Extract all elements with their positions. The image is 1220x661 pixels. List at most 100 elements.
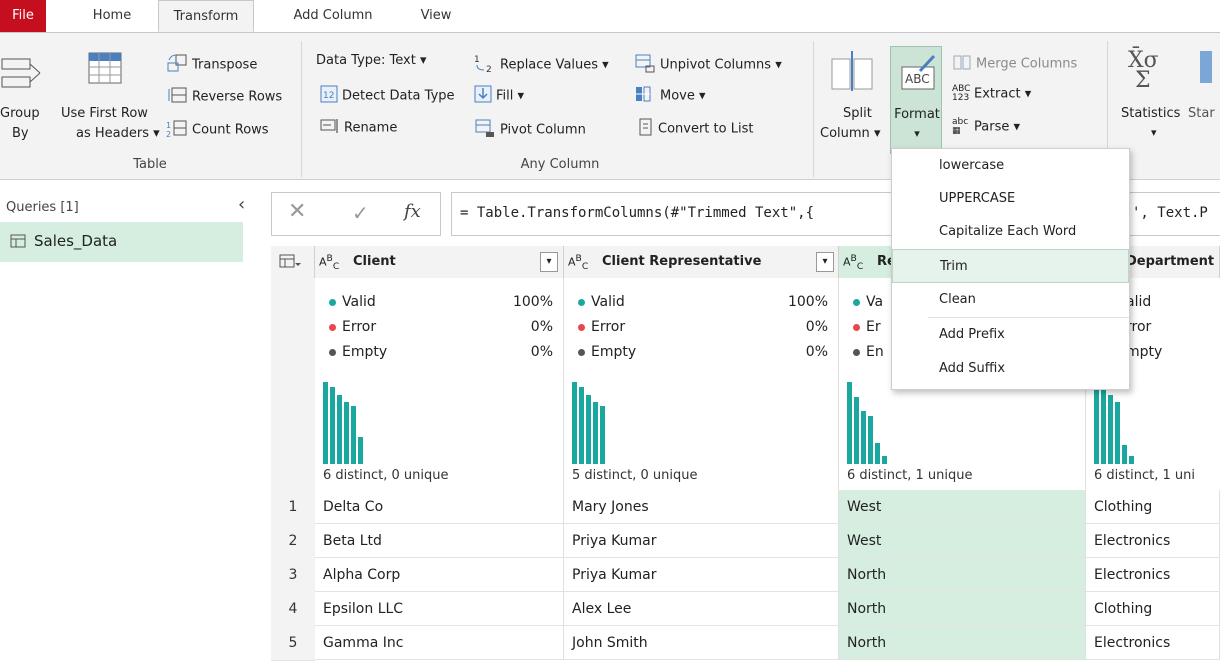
- column-header-client-representative[interactable]: ABC Client Representative ▾: [564, 246, 839, 278]
- row-number[interactable]: 1: [271, 490, 315, 525]
- format-button[interactable]: ABC Format ▾: [890, 46, 942, 154]
- pivot-column-button[interactable]: Pivot Column: [474, 118, 586, 142]
- table-cell[interactable]: Priya Kumar: [564, 524, 839, 558]
- row-number[interactable]: 2: [271, 524, 315, 559]
- menu-item-add-suffix[interactable]: Add Suffix: [892, 352, 1129, 386]
- statistics-button[interactable]: Statistics: [1121, 106, 1180, 121]
- svg-text:1: 1: [166, 121, 171, 130]
- table-cell[interactable]: West: [839, 490, 1086, 524]
- filter-dropdown-icon[interactable]: ▾: [816, 252, 834, 272]
- table-cell[interactable]: Clothing: [1086, 592, 1220, 626]
- tab-home[interactable]: Home: [86, 0, 138, 32]
- histogram-bar: [1094, 382, 1099, 464]
- histogram-bar: [323, 382, 328, 464]
- fill-button[interactable]: Fill ▾: [474, 85, 524, 107]
- table-cell[interactable]: North: [839, 558, 1086, 592]
- tab-transform[interactable]: Transform: [158, 0, 254, 32]
- table-cell[interactable]: John Smith: [564, 626, 839, 660]
- table-cell[interactable]: North: [839, 592, 1086, 626]
- reverse-rows-icon: [166, 85, 188, 109]
- table-cell[interactable]: Beta Ltd: [315, 524, 564, 558]
- menu-item-add-prefix[interactable]: Add Prefix: [892, 318, 1129, 352]
- merge-columns-icon: [952, 53, 972, 75]
- column-header-client[interactable]: ABC Client ▾: [315, 246, 564, 278]
- row-number[interactable]: 5: [271, 626, 315, 661]
- chevron-down-icon: ▾: [517, 88, 525, 104]
- table-cell[interactable]: West: [839, 524, 1086, 558]
- extract-button[interactable]: ABC 123 Extract ▾: [952, 85, 1031, 103]
- menu-item-trim[interactable]: Trim: [892, 249, 1129, 283]
- cancel-icon[interactable]: ✕: [288, 199, 306, 224]
- use-first-row-button[interactable]: Use First Row: [61, 106, 148, 121]
- table-cell[interactable]: Alex Lee: [564, 592, 839, 626]
- table-menu-button[interactable]: [271, 246, 315, 278]
- convert-to-list-button[interactable]: Convert to List: [638, 118, 753, 140]
- group-by-button[interactable]: Group: [0, 106, 40, 121]
- filter-dropdown-icon[interactable]: ▾: [540, 252, 558, 272]
- table-cell[interactable]: Delta Co: [315, 490, 564, 524]
- query-item-sales-data[interactable]: Sales_Data: [0, 222, 243, 262]
- table-cell[interactable]: Electronics: [1086, 558, 1220, 592]
- format-dropdown-menu: lowercase UPPERCASE Capitalize Each Word…: [891, 148, 1130, 390]
- menu-item-capitalize-each-word[interactable]: Capitalize Each Word: [892, 215, 1129, 249]
- chevron-down-icon: ▾: [1024, 86, 1032, 102]
- ribbon-separator: [813, 41, 814, 177]
- histogram-bar: [882, 456, 887, 464]
- data-type-dropdown[interactable]: Data Type: Text ▾: [316, 53, 427, 68]
- table-cell[interactable]: Mary Jones: [564, 490, 839, 524]
- transpose-button[interactable]: Transpose: [166, 53, 257, 77]
- table-cell[interactable]: Electronics: [1086, 626, 1220, 660]
- histogram-bar: [600, 406, 605, 464]
- error-dot-icon: [853, 323, 860, 331]
- menu-item-clean[interactable]: Clean: [892, 283, 1129, 317]
- merge-columns-button[interactable]: Merge Columns: [952, 53, 1077, 75]
- table-cell[interactable]: Epsilon LLC: [315, 592, 564, 626]
- count-rows-button[interactable]: 1 2 Count Rows: [166, 118, 269, 142]
- table-cell[interactable]: Alpha Corp: [315, 558, 564, 592]
- unpivot-columns-button[interactable]: Unpivot Columns ▾: [634, 53, 782, 77]
- tab-view[interactable]: View: [414, 0, 458, 32]
- tab-add-column[interactable]: Add Column: [286, 0, 380, 32]
- table-cell[interactable]: Clothing: [1086, 490, 1220, 524]
- table-group-label: Table: [133, 157, 167, 172]
- table-cell[interactable]: Gamma Inc: [315, 626, 564, 660]
- empty-stat: mpty: [1126, 344, 1163, 360]
- move-icon: [634, 85, 656, 107]
- reverse-rows-button[interactable]: Reverse Rows: [166, 85, 282, 109]
- queries-title: Queries [1]: [6, 200, 79, 215]
- first-row-headers-icon: [88, 49, 122, 91]
- table-cell[interactable]: Priya Kumar: [564, 558, 839, 592]
- split-column-icon: [826, 49, 882, 95]
- row-number[interactable]: 4: [271, 592, 315, 627]
- chevron-down-icon: ▾: [1013, 119, 1021, 135]
- table-icon: [279, 254, 301, 274]
- check-icon[interactable]: ✓: [352, 201, 369, 225]
- replace-values-button[interactable]: 1 2 Replace Values ▾: [474, 53, 609, 77]
- table-cell[interactable]: Electronics: [1086, 524, 1220, 558]
- histogram-bar: [1101, 387, 1106, 464]
- histogram-bar: [854, 397, 859, 464]
- move-button[interactable]: Move ▾: [634, 85, 706, 107]
- table-icon: [10, 234, 26, 252]
- split-column-button[interactable]: Split: [843, 106, 872, 121]
- table-cell[interactable]: North: [839, 626, 1086, 660]
- error-stat: Error 0%: [578, 319, 828, 341]
- replace-values-icon: 12: [474, 53, 496, 77]
- distinct-count: 6 distinct, 1 unique: [847, 468, 973, 483]
- rename-button[interactable]: Rename: [320, 118, 397, 138]
- empty-dot-icon: [578, 348, 585, 356]
- fx-icon[interactable]: fx: [404, 201, 421, 222]
- histogram-bar: [586, 395, 591, 464]
- menu-item-lowercase[interactable]: lowercase: [892, 149, 1129, 183]
- parse-button[interactable]: abc ▦ Parse ▾: [952, 118, 1020, 136]
- standard-button[interactable]: Star: [1188, 106, 1215, 121]
- column-profile-client: Valid 100% Error 0% Empty 0% 6 distinct, 0 …: [315, 278, 564, 490]
- collapse-pane-icon[interactable]: ‹: [238, 194, 245, 215]
- column-header-label: Client: [353, 254, 396, 269]
- menu-item-uppercase[interactable]: UPPERCASE: [892, 182, 1129, 216]
- text-type-icon: ABC: [319, 253, 340, 272]
- tab-file[interactable]: File: [0, 0, 46, 32]
- row-number[interactable]: 3: [271, 558, 315, 593]
- detect-data-type-button[interactable]: 12 Detect Data Type: [320, 85, 455, 107]
- text-type-icon: ABC: [568, 253, 589, 272]
